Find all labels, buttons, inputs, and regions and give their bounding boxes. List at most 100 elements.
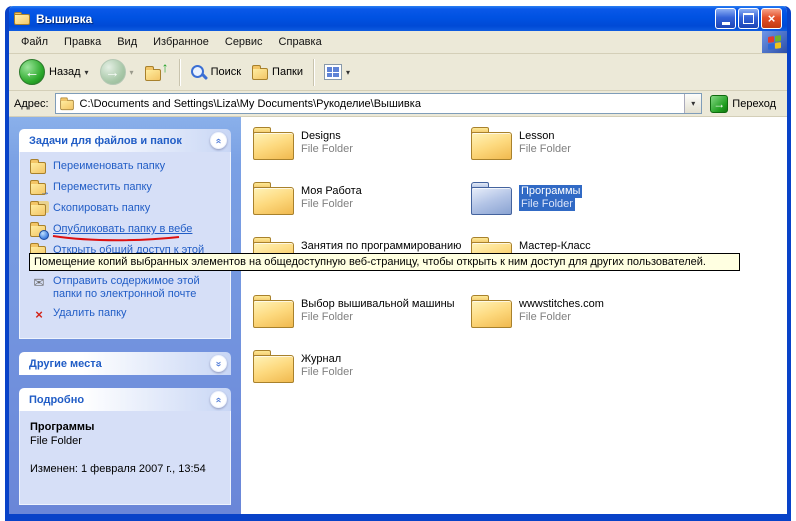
file-type: File Folder xyxy=(301,311,455,324)
forward-button[interactable]: → ▾ xyxy=(96,57,138,87)
close-button[interactable]: × xyxy=(761,8,782,29)
panel-other-places-title: Другие места xyxy=(29,358,102,370)
back-button[interactable]: ← Назад ▾ xyxy=(15,57,93,87)
search-button[interactable]: Поиск xyxy=(186,62,245,83)
up-folder-icon: ↑ xyxy=(145,62,169,82)
panel-details-header[interactable]: Подробно « xyxy=(19,388,231,411)
windows-logo-icon xyxy=(762,31,787,53)
file-type: File Folder xyxy=(519,198,575,211)
address-folder-icon xyxy=(60,100,74,110)
file-name: Моя Работа xyxy=(301,185,362,198)
file-item-vybor-mashiny[interactable]: Выбор вышивальной машины File Folder xyxy=(253,295,455,328)
file-item-programmy-selected[interactable]: Программы File Folder xyxy=(471,182,582,215)
forward-icon: → xyxy=(100,59,126,85)
file-name: Мастер-Класс xyxy=(519,240,591,253)
file-name: wwwstitches.com xyxy=(519,298,604,311)
search-icon xyxy=(190,64,207,81)
panel-file-tasks-title: Задачи для файлов и папок xyxy=(29,135,182,147)
file-name: Занятия по программированию xyxy=(301,240,461,253)
task-rename-folder[interactable]: Переименовать папку xyxy=(30,160,226,175)
task-delete-folder[interactable]: × Удалить папку xyxy=(30,307,226,322)
toolbar-separator xyxy=(179,59,180,86)
folder-icon xyxy=(471,127,513,160)
details-type: File Folder xyxy=(30,435,226,447)
task-move-folder[interactable]: → Переместить папку xyxy=(30,181,226,196)
folder-icon xyxy=(253,127,295,160)
file-list: Designs File Folder Lesson File Folder М… xyxy=(241,117,787,514)
desktop: Вышивка × Файл Правка Вид Избранное Серв… xyxy=(0,0,796,521)
minimize-button[interactable] xyxy=(715,8,736,29)
address-label: Адрес: xyxy=(14,98,49,110)
back-label: Назад xyxy=(49,66,81,78)
go-label: Переход xyxy=(732,98,776,110)
menu-favorites[interactable]: Избранное xyxy=(145,33,217,51)
address-dropdown-button[interactable]: ▾ xyxy=(684,94,701,113)
maximize-button[interactable] xyxy=(738,8,759,29)
views-dropdown-icon[interactable]: ▾ xyxy=(346,68,350,77)
menu-view[interactable]: Вид xyxy=(109,33,145,51)
content-area: Задачи для файлов и папок « Переименоват… xyxy=(9,117,787,514)
task-publish-folder[interactable]: Опубликовать папку в вебе xyxy=(30,223,226,238)
file-item-wwwstitches[interactable]: wwwstitches.com File Folder xyxy=(471,295,604,328)
collapse-chevron-icon[interactable]: « xyxy=(210,132,227,149)
file-name: Designs xyxy=(301,130,353,143)
menu-tools[interactable]: Сервис xyxy=(217,33,271,51)
panel-other-places-header[interactable]: Другие места » xyxy=(19,352,231,375)
panel-details: Подробно « Программы File Folder Изменен… xyxy=(19,388,231,505)
file-item-zhurnal[interactable]: Журнал File Folder xyxy=(253,350,353,383)
title-bar: Вышивка × xyxy=(9,6,787,31)
file-name: Программы xyxy=(519,185,582,198)
folders-label: Папки xyxy=(272,66,303,78)
folder-icon xyxy=(253,182,295,215)
folder-icon xyxy=(471,295,513,328)
file-type: File Folder xyxy=(519,143,571,156)
collapse-chevron-icon[interactable]: « xyxy=(210,391,227,408)
address-path: C:\Documents and Settings\Liza\My Docume… xyxy=(80,98,421,110)
file-type: File Folder xyxy=(301,198,362,211)
file-type: File Folder xyxy=(301,366,353,379)
back-icon: ← xyxy=(19,59,45,85)
address-input[interactable]: C:\Documents and Settings\Liza\My Docume… xyxy=(55,93,703,114)
go-icon: → xyxy=(710,95,728,113)
rename-folder-icon xyxy=(30,160,48,175)
panel-details-body: Программы File Folder Изменен: 1 февраля… xyxy=(19,411,231,505)
file-name: Lesson xyxy=(519,130,571,143)
window-folder-icon xyxy=(14,12,31,26)
file-name: Выбор вышивальной машины xyxy=(301,298,455,311)
file-item-lesson[interactable]: Lesson File Folder xyxy=(471,127,571,160)
publish-folder-icon xyxy=(30,223,48,238)
back-dropdown-icon[interactable]: ▾ xyxy=(85,68,89,77)
panel-other-places: Другие места » xyxy=(19,352,231,375)
folders-button[interactable]: Папки xyxy=(248,62,307,82)
window-title: Вышивка xyxy=(36,12,92,26)
explorer-window: Вышивка × Файл Правка Вид Избранное Серв… xyxy=(5,6,791,521)
file-type: File Folder xyxy=(519,311,604,324)
tooltip: Помещение копий выбранных элементов на о… xyxy=(29,253,740,271)
details-modified: Изменен: 1 февраля 2007 г., 13:54 xyxy=(30,463,226,475)
task-email-folder[interactable]: ✉ Отправить содержимое этой папки по эле… xyxy=(30,275,226,301)
go-button[interactable]: → Переход xyxy=(708,94,782,114)
address-bar: Адрес: C:\Documents and Settings\Liza\My… xyxy=(9,91,787,117)
file-item-moya-rabota[interactable]: Моя Работа File Folder xyxy=(253,182,362,215)
file-type: File Folder xyxy=(301,143,353,156)
up-button[interactable]: ↑ xyxy=(141,60,173,84)
panel-file-tasks: Задачи для файлов и папок « Переименоват… xyxy=(19,129,231,339)
panel-file-tasks-header[interactable]: Задачи для файлов и папок « xyxy=(19,129,231,152)
forward-dropdown-icon[interactable]: ▾ xyxy=(130,68,134,77)
file-name: Журнал xyxy=(301,353,353,366)
task-copy-folder[interactable]: Скопировать папку xyxy=(30,202,226,217)
menu-bar: Файл Правка Вид Избранное Сервис Справка xyxy=(9,31,787,54)
menu-help[interactable]: Справка xyxy=(271,33,330,51)
file-item-designs[interactable]: Designs File Folder xyxy=(253,127,353,160)
expand-chevron-icon[interactable]: » xyxy=(210,355,227,372)
delete-icon: × xyxy=(30,307,48,322)
move-folder-icon: → xyxy=(30,181,48,196)
panel-file-tasks-body: Переименовать папку → Переместить папку … xyxy=(19,152,231,339)
copy-folder-icon xyxy=(30,202,48,217)
task-pane: Задачи для файлов и папок « Переименоват… xyxy=(9,117,241,514)
views-button[interactable]: ▾ xyxy=(320,62,354,82)
menu-file[interactable]: Файл xyxy=(13,33,56,51)
window-controls: × xyxy=(715,8,782,29)
menu-edit[interactable]: Правка xyxy=(56,33,109,51)
folder-icon xyxy=(253,350,295,383)
